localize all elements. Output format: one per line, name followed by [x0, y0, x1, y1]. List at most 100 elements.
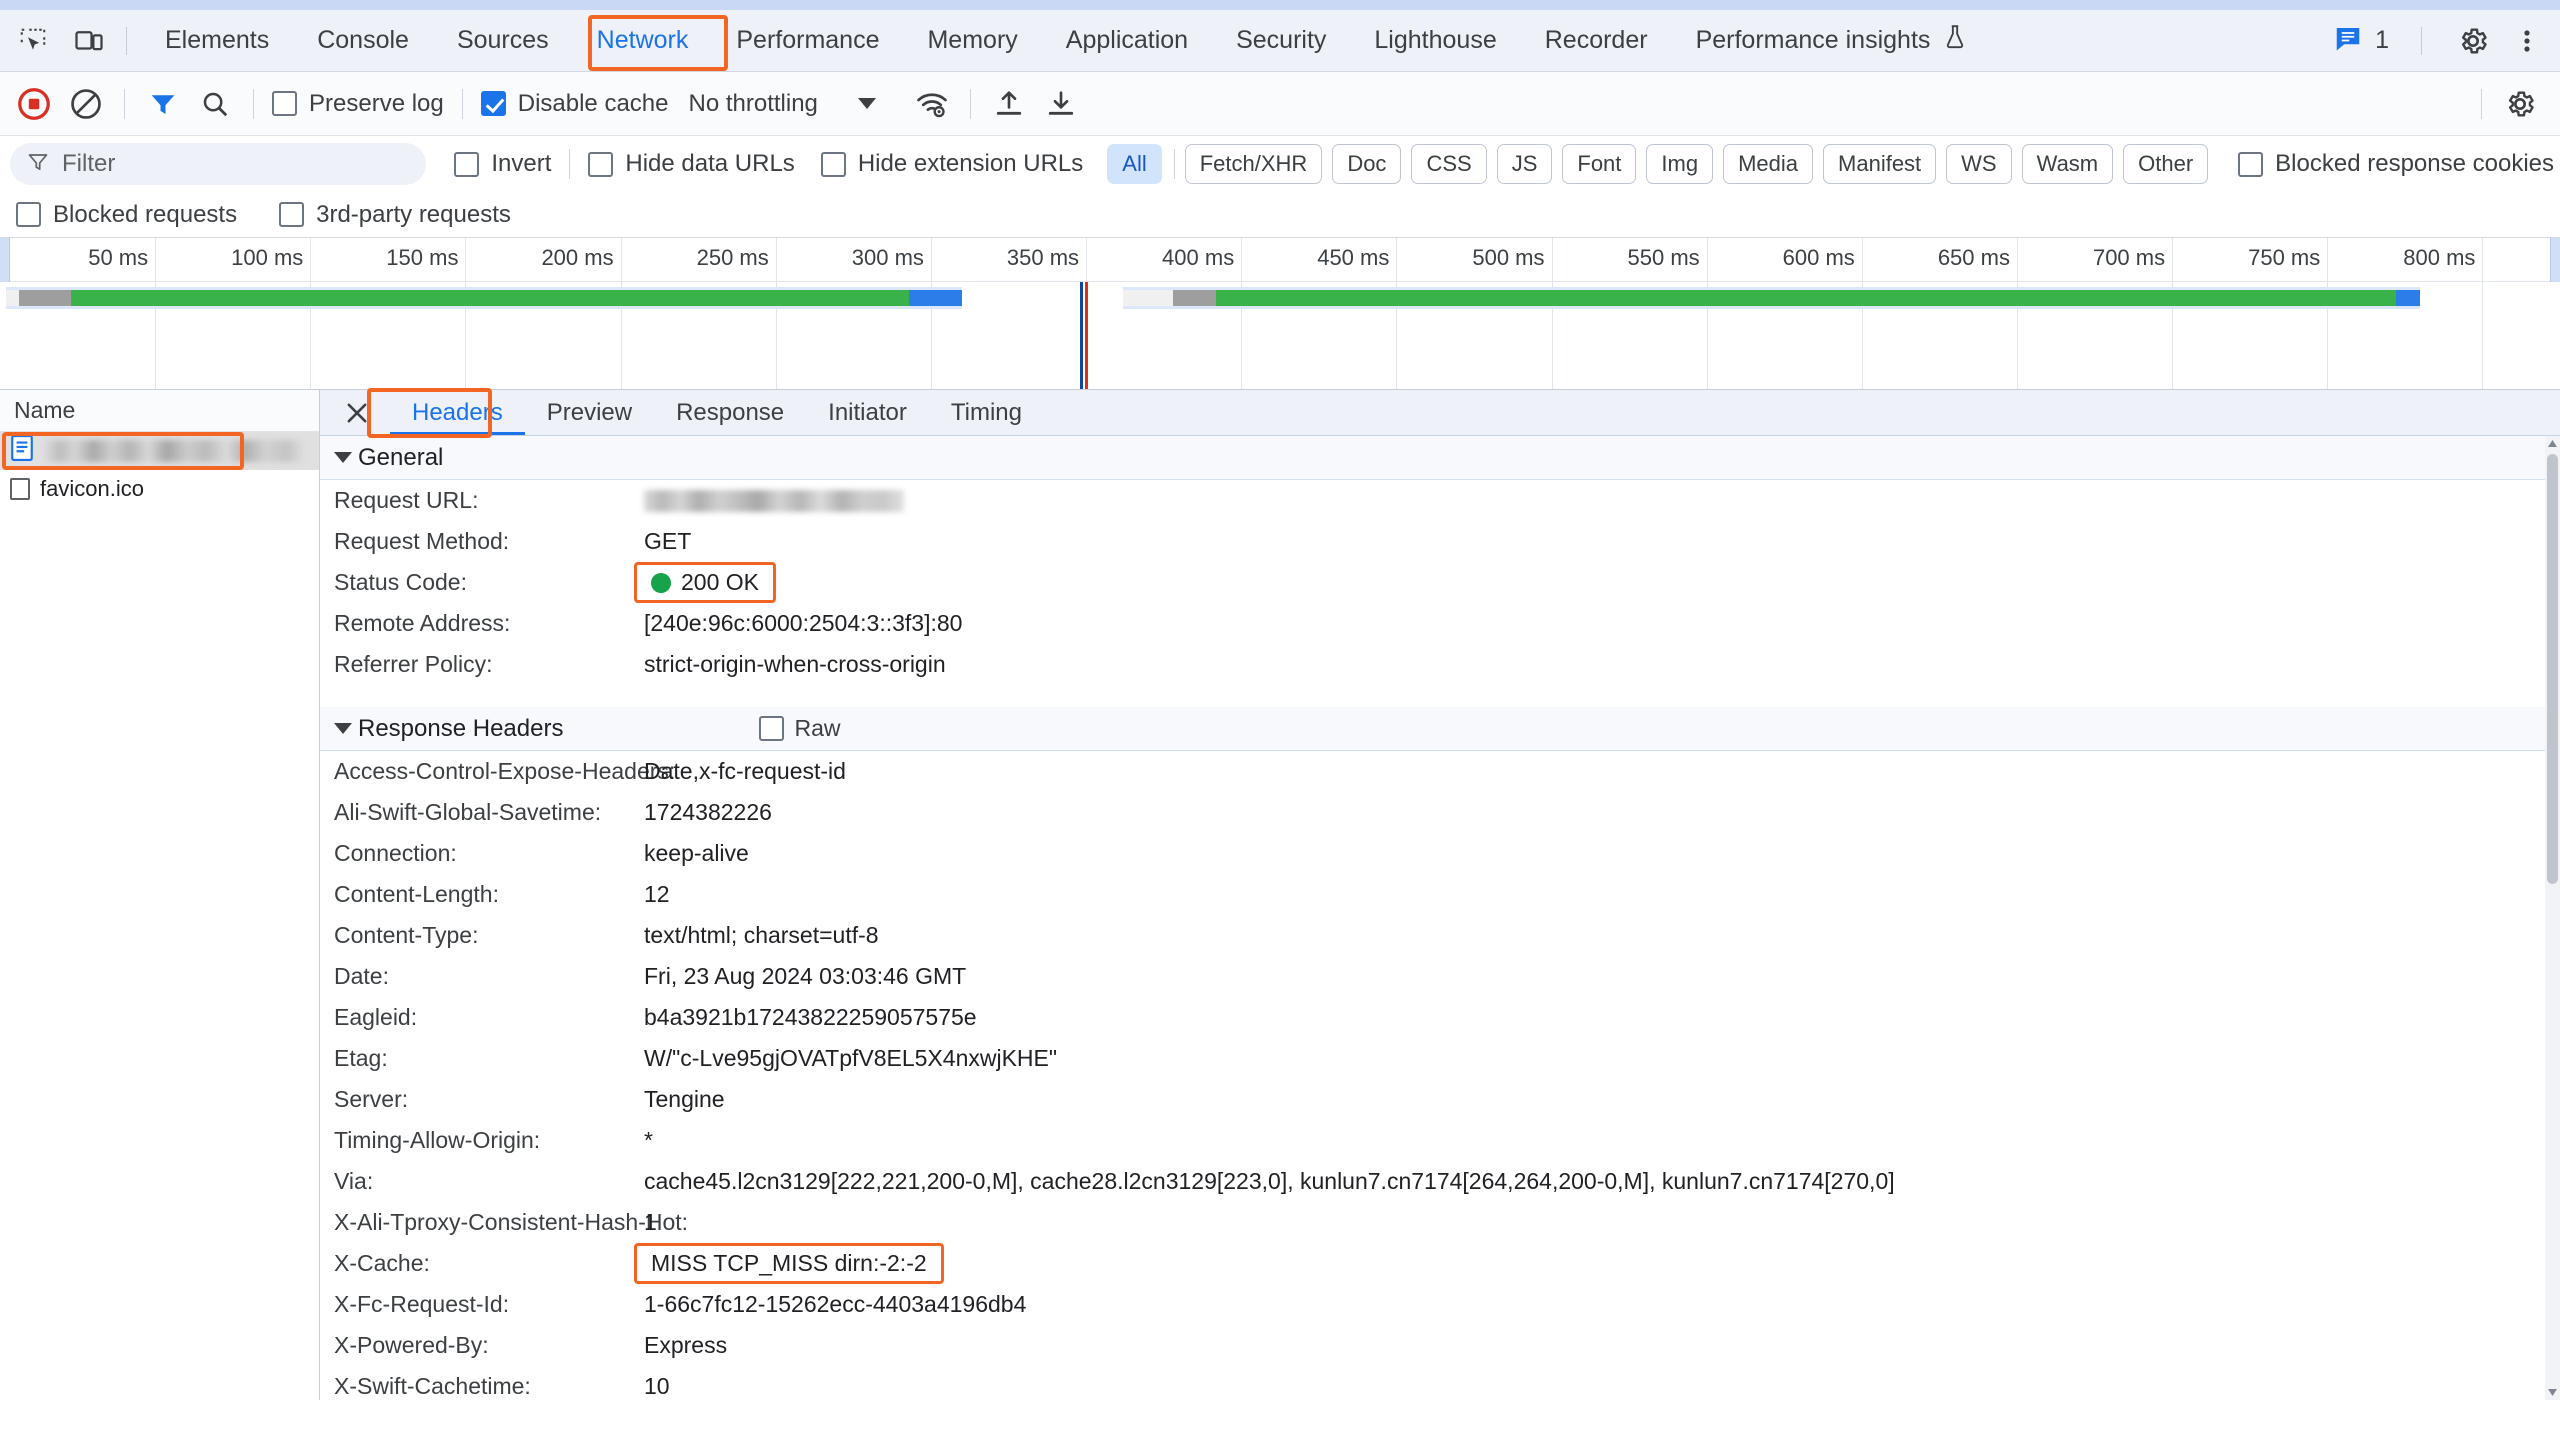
detail-scrollbar[interactable] [2545, 436, 2560, 1400]
chip-fetch-xhr[interactable]: Fetch/XHR [1185, 144, 1323, 184]
timeline-left-handle[interactable] [0, 238, 10, 282]
hide-extension-urls-checkbox[interactable]: Hide extension URLs [815, 150, 1089, 178]
chip-css[interactable]: CSS [1411, 144, 1486, 184]
status-dot-icon [651, 573, 671, 593]
tab-security[interactable]: Security [1212, 10, 1350, 71]
chip-font[interactable]: Font [1562, 144, 1636, 184]
download-icon[interactable] [1035, 78, 1087, 130]
timeline-right-handle[interactable] [2550, 238, 2560, 282]
tab-application[interactable]: Application [1042, 10, 1212, 71]
tab-recorder[interactable]: Recorder [1521, 10, 1672, 71]
header-value: strict-origin-when-cross-origin [644, 651, 946, 678]
tab-performance-insights[interactable]: Performance insights [1672, 10, 1993, 71]
chip-ws[interactable]: WS [1946, 144, 2011, 184]
blocked-response-cookies-box[interactable] [2238, 152, 2263, 177]
response-headers-section-title: Response Headers [358, 715, 563, 743]
more-vertical-icon[interactable] [2510, 18, 2544, 64]
header-row: Content-Length:12 [320, 874, 2560, 915]
chip-doc[interactable]: Doc [1332, 144, 1401, 184]
record-stop-icon[interactable] [8, 78, 60, 130]
chip-img[interactable]: Img [1646, 144, 1713, 184]
scrollbar-thumb[interactable] [2547, 454, 2558, 884]
header-name: Referrer Policy: [334, 651, 644, 678]
header-row: Date:Fri, 23 Aug 2024 03:03:46 GMT [320, 956, 2560, 997]
upload-icon[interactable] [983, 78, 1035, 130]
blocked-requests-checkbox[interactable]: Blocked requests [10, 201, 243, 229]
blocked-requests-box[interactable] [16, 202, 41, 227]
header-row: Etag:W/"c-Lve95gjOVATpfV8EL5X4nxwjKHE" [320, 1038, 2560, 1079]
tab-headers[interactable]: Headers [390, 390, 525, 435]
timeline-tick: 700 ms [2172, 238, 2173, 390]
disable-cache-checkbox[interactable]: Disable cache [475, 90, 675, 118]
tab-network[interactable]: Network [573, 10, 713, 71]
raw-toggle[interactable]: Raw [759, 715, 840, 742]
network-settings-gear-icon[interactable] [2494, 78, 2546, 130]
tab-memory[interactable]: Memory [903, 10, 1041, 71]
third-party-requests-box[interactable] [279, 202, 304, 227]
search-icon[interactable] [189, 78, 241, 130]
third-party-requests-checkbox[interactable]: 3rd-party requests [273, 201, 517, 229]
header-name: Timing-Allow-Origin: [334, 1127, 644, 1154]
header-row: Request Method: GET [320, 521, 2560, 562]
chip-media[interactable]: Media [1723, 144, 1813, 184]
chip-wasm[interactable]: Wasm [2022, 144, 2114, 184]
hide-extension-urls-label: Hide extension URLs [858, 150, 1083, 178]
throttling-select[interactable]: No throttling [688, 90, 817, 118]
request-list-header[interactable]: Name [0, 390, 319, 432]
network-timeline-overview[interactable]: 50 ms100 ms150 ms200 ms250 ms300 ms350 m… [0, 238, 2560, 390]
network-body: Name favicon.ico [0, 390, 2560, 1400]
timeline-tick: 50 ms [155, 238, 156, 390]
header-row: X-Fc-Request-Id:1-66c7fc12-15262ecc-4403… [320, 1284, 2560, 1325]
header-row: X-Cache:MISS TCP_MISS dirn:-2:-2 [320, 1243, 2560, 1284]
table-row[interactable] [0, 432, 319, 470]
preserve-log-box[interactable] [272, 91, 297, 116]
response-headers-section-header[interactable]: Response Headers Raw [320, 707, 2560, 751]
tab-console[interactable]: Console [293, 10, 433, 71]
tab-preview[interactable]: Preview [525, 390, 654, 435]
timeline-tick: 550 ms [1707, 238, 1708, 390]
header-name: X-Ali-Tproxy-Consistent-Hash-Hot: [334, 1209, 644, 1236]
tab-initiator[interactable]: Initiator [806, 390, 929, 435]
filter-funnel-icon[interactable] [137, 78, 189, 130]
wifi-settings-icon[interactable] [906, 78, 958, 130]
chip-manifest[interactable]: Manifest [1823, 144, 1936, 184]
header-value: cache45.l2cn3129[222,221,200-0,M], cache… [644, 1168, 1895, 1195]
tab-lighthouse[interactable]: Lighthouse [1350, 10, 1520, 71]
network-toolbar-right [2469, 78, 2560, 130]
scroll-up-icon[interactable] [2545, 436, 2560, 451]
timeline-tick-label: 750 ms [2248, 245, 2320, 271]
search-input[interactable]: Filter [10, 143, 426, 185]
chevron-down-icon[interactable] [858, 98, 876, 109]
tab-elements[interactable]: Elements [141, 10, 293, 71]
header-row: Remote Address: [240e:96c:6000:2504:3::3… [320, 603, 2560, 644]
chip-all[interactable]: All [1107, 144, 1161, 184]
chip-other[interactable]: Other [2123, 144, 2208, 184]
invert-label: Invert [491, 150, 551, 178]
general-section-header[interactable]: General [320, 436, 2560, 480]
settings-gear-icon[interactable] [2450, 18, 2496, 64]
device-toolbar-icon[interactable] [66, 18, 112, 64]
hide-data-urls-checkbox[interactable]: Hide data URLs [582, 150, 800, 178]
clear-icon[interactable] [60, 78, 112, 130]
invert-box[interactable] [454, 152, 479, 177]
hide-data-urls-box[interactable] [588, 152, 613, 177]
disable-cache-box[interactable] [481, 91, 506, 116]
tab-sources[interactable]: Sources [433, 10, 573, 71]
header-value: 1724382226 [644, 799, 772, 826]
blocked-response-cookies-checkbox[interactable]: Blocked response cookies [2232, 150, 2560, 178]
tab-performance[interactable]: Performance [712, 10, 903, 71]
waterfall-segment-waiting [1216, 290, 2395, 306]
table-row[interactable]: favicon.ico [0, 470, 319, 508]
messages-indicator[interactable]: 1 [2333, 23, 2389, 58]
raw-checkbox[interactable] [759, 716, 784, 741]
inspect-element-icon[interactable] [10, 18, 56, 64]
scroll-down-icon[interactable] [2545, 1385, 2560, 1400]
tab-timing[interactable]: Timing [929, 390, 1044, 435]
preserve-log-checkbox[interactable]: Preserve log [266, 90, 450, 118]
invert-checkbox[interactable]: Invert [448, 150, 557, 178]
timeline-tick: 650 ms [2017, 238, 2018, 390]
close-icon[interactable] [338, 394, 376, 432]
tab-response[interactable]: Response [654, 390, 806, 435]
chip-js[interactable]: JS [1497, 144, 1553, 184]
hide-extension-urls-box[interactable] [821, 152, 846, 177]
